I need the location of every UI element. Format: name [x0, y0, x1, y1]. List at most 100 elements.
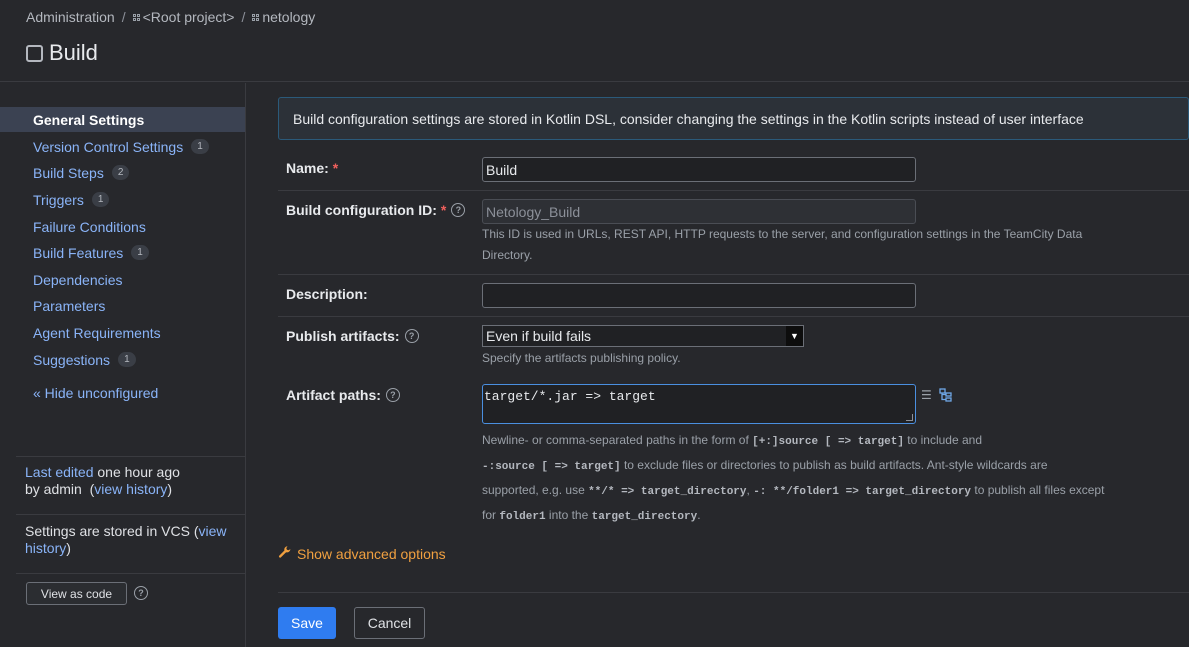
name-label-text: Name: — [286, 160, 329, 176]
hint-line: Directory. — [482, 248, 533, 262]
help-icon[interactable]: ? — [451, 203, 466, 217]
cancel-button[interactable]: Cancel — [354, 607, 425, 639]
description-input[interactable] — [482, 283, 916, 308]
sidebar-item-parameters[interactable]: Parameters — [0, 293, 245, 318]
description-label-text: Description: — [286, 286, 368, 302]
hint-text: to exclude files or directories to publi… — [620, 458, 1048, 472]
hint-code: [+:]source [ => target] — [752, 436, 904, 448]
last-edited-info: Last edited one hour ago by admin (view … — [25, 464, 180, 497]
build-config-icon — [26, 44, 43, 62]
help-icon[interactable]: ? — [404, 329, 419, 343]
project-icon — [252, 13, 260, 21]
hint-code: -:source [ => target] — [482, 461, 621, 473]
sidebar-item-label: Build Features — [33, 244, 124, 261]
kotlin-dsl-banner: Build configuration settings are stored … — [278, 97, 1189, 140]
hint-code: folder1 — [499, 511, 546, 523]
count-badge: 1 — [91, 192, 110, 207]
hint-code: target_directory — [591, 511, 698, 523]
publish-artifacts-selected: Even if build fails — [486, 328, 592, 344]
title-row: Build — [26, 40, 98, 66]
sidebar: General Settings Version Control Setting… — [0, 83, 246, 647]
artifact-paths-value: target/*.jar => target — [484, 389, 656, 404]
breadcrumb-root-project[interactable]: <Root project> — [132, 9, 234, 25]
sidebar-item-general-settings[interactable]: General Settings — [0, 107, 245, 132]
hint-code: **/* => target_directory — [588, 486, 747, 498]
breadcrumb-administration[interactable]: Administration — [26, 9, 115, 25]
publish-artifacts-select[interactable]: Even if build fails ▼ — [482, 325, 804, 347]
hint-text: . — [697, 508, 701, 522]
publish-artifacts-label-text: Publish artifacts: — [286, 328, 400, 344]
breadcrumb-separator: / — [241, 9, 246, 25]
project-icon — [132, 13, 140, 21]
hint-code: -: **/folder1 => target_directory — [753, 486, 972, 498]
count-badge: 1 — [191, 139, 209, 154]
sidebar-item-suggestions[interactable]: Suggestions 1 — [0, 347, 245, 372]
artifact-paths-label: Artifact paths: ? — [286, 387, 400, 403]
sidebar-item-build-features[interactable]: Build Features 1 — [0, 240, 245, 265]
artifact-paths-label-text: Artifact paths: — [286, 387, 381, 403]
artifact-paths-textarea[interactable]: target/*.jar => target — [482, 384, 916, 424]
page-title: Build — [49, 40, 98, 65]
page-header: Administration / <Root project> / netolo… — [0, 0, 1189, 82]
main-content: Build configuration settings are stored … — [247, 83, 1189, 647]
required-mark: * — [440, 202, 447, 218]
sidebar-item-label: Suggestions — [33, 351, 111, 368]
list-icon[interactable]: ☰ — [921, 388, 932, 402]
resize-handle-icon[interactable] — [906, 414, 913, 421]
breadcrumb-project[interactable]: netology — [252, 9, 315, 25]
breadcrumb-project-label: netology — [262, 9, 316, 25]
count-badge: 1 — [131, 245, 149, 260]
sidebar-item-triggers[interactable]: Triggers 1 — [0, 187, 245, 212]
hint-text: for — [482, 508, 500, 522]
sidebar-item-label: Build Steps — [33, 164, 104, 181]
row-divider — [278, 274, 1189, 275]
show-advanced-options-label: Show advanced options — [297, 545, 446, 562]
description-label: Description: — [286, 286, 368, 302]
count-badge: 1 — [118, 352, 136, 367]
show-advanced-options-link[interactable]: Show advanced options — [278, 545, 446, 562]
sidebar-item-label: Failure Conditions — [33, 218, 146, 235]
name-label: Name: * — [286, 160, 338, 176]
sidebar-item-label: Parameters — [33, 297, 106, 314]
tree-browse-icon[interactable] — [939, 388, 953, 405]
sidebar-item-dependencies[interactable]: Dependencies — [0, 267, 245, 292]
last-edited-time: one hour ago — [93, 464, 180, 480]
row-divider — [278, 190, 1189, 191]
hide-unconfigured-link[interactable]: « Hide unconfigured — [33, 385, 158, 401]
sidebar-item-label: Triggers — [33, 191, 84, 208]
hint-text: to include and — [903, 433, 983, 447]
count-badge: 2 — [111, 165, 130, 180]
sidebar-item-failure-conditions[interactable]: Failure Conditions — [0, 214, 245, 239]
hint-line: This ID is used in URLs, REST API, HTTP … — [482, 227, 1083, 241]
help-icon[interactable]: ? — [385, 388, 400, 402]
sidebar-item-version-control-settings[interactable]: Version Control Settings 1 — [0, 134, 245, 159]
required-mark: * — [332, 160, 339, 176]
sidebar-item-build-steps[interactable]: Build Steps 2 — [0, 160, 245, 185]
build-config-id-label-text: Build configuration ID: — [286, 202, 437, 218]
divider — [16, 573, 246, 574]
publish-artifacts-label: Publish artifacts: ? — [286, 328, 419, 344]
artifact-paths-hint: Newline- or comma-separated paths in the… — [482, 429, 1122, 529]
wrench-icon — [278, 545, 292, 562]
sidebar-item-label: Agent Requirements — [33, 324, 161, 341]
sidebar-item-label: Version Control Settings — [33, 138, 184, 155]
view-as-code-button[interactable]: View as code — [26, 582, 127, 605]
sidebar-item-agent-requirements[interactable]: Agent Requirements — [0, 320, 245, 345]
help-icon[interactable]: ? — [134, 586, 148, 600]
breadcrumb: Administration / <Root project> / netolo… — [26, 9, 315, 25]
edited-by: by admin — [25, 481, 82, 497]
vcs-note: Settings are stored in VCS (view history… — [25, 523, 235, 557]
hint-text: to publish all files except — [971, 483, 1105, 497]
name-input[interactable]: Build — [482, 157, 916, 182]
view-history-link[interactable]: view history — [94, 481, 167, 497]
divider — [16, 456, 246, 457]
vcs-note-close: ) — [66, 540, 71, 556]
publish-artifacts-hint: Specify the artifacts publishing policy. — [482, 351, 681, 365]
save-button[interactable]: Save — [278, 607, 336, 639]
build-config-id-input[interactable]: Netology_Build — [482, 199, 916, 224]
hint-text: into the — [545, 508, 592, 522]
build-config-id-label: Build configuration ID: * ? — [286, 202, 466, 218]
last-edited-link[interactable]: Last edited — [25, 464, 94, 480]
sidebar-item-label: General Settings — [33, 111, 145, 128]
hint-text: supported, e.g. use — [482, 483, 589, 497]
